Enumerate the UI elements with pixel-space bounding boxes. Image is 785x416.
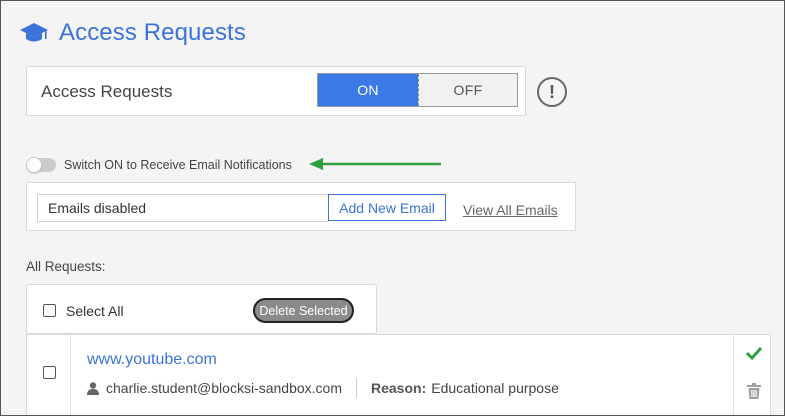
checkmark-icon[interactable]	[745, 346, 763, 360]
email-switch-label: Switch ON to Receive Email Notifications	[64, 158, 292, 172]
trash-icon[interactable]	[747, 383, 761, 399]
reason-value: Educational purpose	[431, 380, 559, 396]
view-all-emails-link[interactable]: View All Emails	[463, 202, 558, 218]
info-icon[interactable]: !	[537, 77, 567, 107]
request-meta: charlie.student@blocksi-sandbox.com Reas…	[87, 378, 559, 398]
request-checkbox[interactable]	[43, 366, 56, 379]
meta-divider	[356, 378, 357, 398]
arrow-left-icon	[309, 158, 441, 170]
select-all-label: Select All	[66, 303, 124, 319]
request-url-link[interactable]: www.youtube.com	[87, 351, 217, 369]
all-requests-label: All Requests:	[26, 259, 106, 274]
request-row: www.youtube.com charlie.student@blocksi-…	[26, 334, 771, 415]
select-all-panel: Select All Delete Selected	[26, 284, 377, 334]
request-user-email: charlie.student@blocksi-sandbox.com	[106, 380, 342, 396]
toggle-on-button[interactable]: ON	[318, 74, 418, 106]
reason-key: Reason:	[371, 380, 427, 396]
toggle-off-button[interactable]: OFF	[418, 74, 517, 106]
email-input[interactable]	[37, 194, 329, 222]
switch-knob	[26, 157, 42, 173]
access-requests-panel: Access Requests ON OFF	[26, 66, 526, 116]
graduation-cap-icon	[20, 23, 48, 42]
page-title: Access Requests	[59, 19, 246, 46]
add-new-email-button[interactable]: Add New Email	[328, 194, 446, 221]
email-panel: Add New Email View All Emails	[26, 182, 576, 231]
email-notification-switch[interactable]	[26, 157, 56, 173]
delete-selected-button[interactable]: Delete Selected	[253, 298, 354, 323]
user-icon	[87, 381, 99, 395]
email-notification-switch-row: Switch ON to Receive Email Notifications	[26, 157, 292, 173]
app-frame: Access Requests Access Requests ON OFF !…	[0, 0, 785, 416]
select-all-checkbox[interactable]	[43, 304, 56, 317]
access-toggle: ON OFF	[317, 73, 518, 107]
access-requests-label: Access Requests	[41, 82, 173, 101]
row-action-divider	[733, 335, 734, 415]
row-divider	[70, 335, 71, 415]
page-header: Access Requests	[19, 19, 246, 47]
